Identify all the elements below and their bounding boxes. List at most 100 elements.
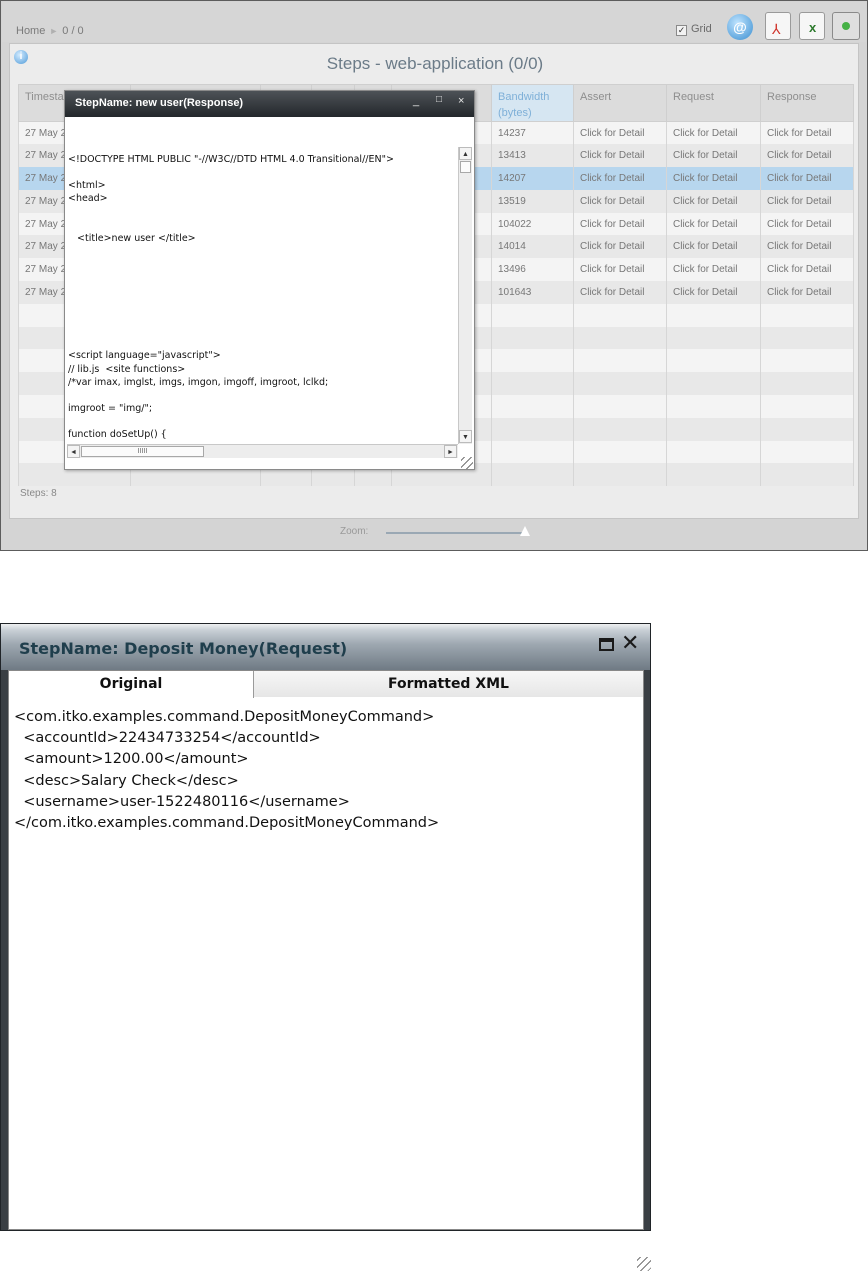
cell-request[interactable]: Click for Detail [666,167,761,190]
cell-request[interactable] [666,303,761,327]
cell-bandwidth [491,372,574,396]
horizontal-scroll-thumb[interactable]: IIIII [81,446,204,457]
cell-request[interactable] [666,417,761,441]
cell-assert[interactable] [573,349,667,373]
cell-response[interactable] [760,395,854,418]
cell-response[interactable] [760,303,854,327]
request-dialog-titlebar[interactable]: StepName: Deposit Money(Request) ✕ [1,624,650,670]
response-body-text[interactable]: <!DOCTYPE HTML PUBLIC "-//W3C//DTD HTML … [67,148,458,442]
close-icon[interactable]: ✕ [621,632,639,654]
zoom-bar: Zoom: [2,520,866,550]
scroll-up-arrow-icon[interactable]: ▲ [459,147,472,160]
cell-assert[interactable] [573,326,667,350]
cell-request[interactable]: Click for Detail [666,121,761,145]
cell-response[interactable] [760,463,854,487]
cell-request[interactable] [666,326,761,350]
vertical-scrollbar[interactable]: ▲ ▼ [458,147,472,444]
tab-formatted-xml[interactable]: Formatted XML [254,671,643,697]
steps-window: Home►0 / 0 ✓Grid @ i Steps - web-applica… [0,0,868,551]
scroll-left-arrow-icon[interactable]: ◄ [67,445,80,458]
cell-response[interactable]: Click for Detail [760,281,854,304]
grid-checkbox[interactable]: ✓ [676,25,687,36]
resize-grip-icon[interactable] [637,1257,651,1271]
cell-response[interactable] [760,440,854,464]
cell-response[interactable]: Click for Detail [760,121,854,145]
cell-bandwidth [491,395,574,418]
cell-assert[interactable] [573,463,667,487]
response-dialog-titlebar[interactable]: StepName: new user(Response) _ □ × [65,91,474,117]
cell-request[interactable]: Click for Detail [666,281,761,304]
database-icon[interactable] [832,12,860,40]
cell-bandwidth: 104022 [491,212,574,236]
pdf-export-icon[interactable] [765,12,791,40]
cell-response[interactable]: Click for Detail [760,235,854,259]
cell-request[interactable] [666,372,761,396]
scroll-right-arrow-icon[interactable]: ► [444,445,457,458]
resize-grip-icon[interactable] [461,457,473,469]
cell-response[interactable] [760,372,854,396]
cell-assert[interactable]: Click for Detail [573,167,667,190]
cell-assert[interactable] [573,372,667,396]
cell-assert[interactable]: Click for Detail [573,144,667,168]
zoom-slider-thumb[interactable] [520,526,530,536]
cell-request[interactable] [666,395,761,418]
bandwidth-header-line1: Bandwidth [498,91,550,103]
cell-request[interactable]: Click for Detail [666,212,761,236]
column-header-request[interactable]: Request [666,84,761,122]
cell-request[interactable]: Click for Detail [666,144,761,168]
request-dialog-body: Original Formatted XML <com.itko.example… [8,670,651,1271]
maximize-icon[interactable]: □ [436,94,442,105]
tab-original[interactable]: Original [9,671,254,698]
column-header-response[interactable]: Response [760,84,854,122]
email-icon[interactable]: @ [727,14,753,40]
cell-assert[interactable]: Click for Detail [573,121,667,145]
column-header-assert[interactable]: Assert [573,84,667,122]
cell-bandwidth [491,326,574,350]
column-header-bandwidth[interactable]: Bandwidth (bytes) [491,84,574,122]
cell-response[interactable]: Click for Detail [760,212,854,236]
cell-assert[interactable] [573,395,667,418]
cell-assert[interactable]: Click for Detail [573,235,667,259]
cell-bandwidth: 14237 [491,121,574,145]
cell-assert[interactable] [573,440,667,464]
cell-response[interactable]: Click for Detail [760,144,854,168]
response-dialog: StepName: new user(Response) _ □ × <!DOC… [64,90,475,470]
cell-response[interactable]: Click for Detail [760,258,854,282]
cell-response[interactable]: Click for Detail [760,167,854,190]
request-body-text[interactable]: <com.itko.examples.command.DepositMoneyC… [14,707,439,834]
breadcrumb: Home ► 0 / 0 [16,25,84,37]
maximize-icon[interactable] [599,638,614,651]
cell-bandwidth: 14207 [491,167,574,190]
cell-assert[interactable] [573,303,667,327]
cell-bandwidth [491,303,574,327]
scroll-down-arrow-icon[interactable]: ▼ [459,430,472,443]
cell-request[interactable]: Click for Detail [666,258,761,282]
cell-request[interactable] [666,349,761,373]
cell-response[interactable]: Click for Detail [760,189,854,213]
cell-response[interactable] [760,417,854,441]
cell-request[interactable] [666,440,761,464]
excel-export-icon[interactable] [799,12,825,40]
cell-assert[interactable] [573,417,667,441]
cell-response[interactable] [760,326,854,350]
page-title: Steps - web-application (0/0) [326,54,544,73]
cell-assert[interactable]: Click for Detail [573,258,667,282]
grid-toggle[interactable]: ✓ Grid [676,23,712,36]
grid-label: Grid [691,23,712,35]
zoom-slider-track[interactable] [386,532,528,534]
cell-assert[interactable]: Click for Detail [573,212,667,236]
cell-response[interactable] [760,349,854,373]
close-icon[interactable]: × [458,95,464,107]
cell-assert[interactable]: Click for Detail [573,281,667,304]
breadcrumb-home-link[interactable]: Home [16,25,45,37]
cell-assert[interactable]: Click for Detail [573,189,667,213]
cell-request[interactable]: Click for Detail [666,189,761,213]
cell-bandwidth: 13413 [491,144,574,168]
horizontal-scrollbar[interactable]: ◄ IIIII ► [67,444,458,458]
vertical-scroll-thumb[interactable] [460,161,471,173]
cell-request[interactable] [666,463,761,487]
minimize-icon[interactable]: _ [413,95,419,107]
response-dialog-title: StepName: new user(Response) [75,97,244,109]
cell-request[interactable]: Click for Detail [666,235,761,259]
cell-bandwidth: 101643 [491,281,574,304]
